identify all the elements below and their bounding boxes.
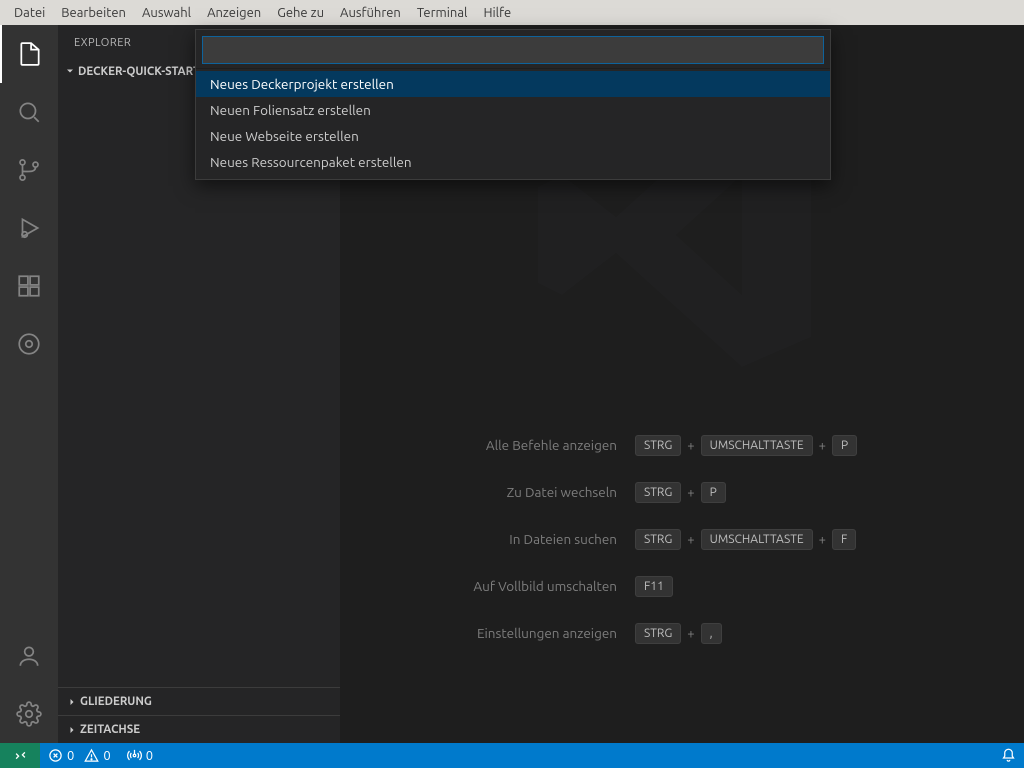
key: P bbox=[832, 435, 857, 456]
warning-count: 0 bbox=[103, 749, 110, 763]
chevron-down-icon bbox=[62, 65, 78, 77]
menu-item[interactable]: Auswahl bbox=[134, 3, 199, 23]
command-palette-input[interactable] bbox=[202, 36, 824, 64]
status-ports[interactable]: 0 bbox=[119, 743, 161, 768]
key: STRG bbox=[635, 529, 681, 550]
timeline-section[interactable]: ZEITACHSE bbox=[58, 715, 340, 743]
shortcut-label: Zu Datei wechseln bbox=[422, 483, 617, 501]
debug-icon[interactable] bbox=[0, 199, 58, 257]
outline-section[interactable]: GLIEDERUNG bbox=[58, 687, 340, 715]
key-separator: + bbox=[687, 486, 694, 500]
command-palette-list: Neues Deckerprojekt erstellen Neuen Foli… bbox=[196, 69, 830, 179]
menu-item[interactable]: Ausführen bbox=[332, 3, 409, 23]
key: STRG bbox=[635, 623, 681, 644]
remote-indicator[interactable] bbox=[0, 743, 40, 768]
notifications-bell[interactable] bbox=[993, 743, 1024, 768]
menubar: Datei Bearbeiten Auswahl Anzeigen Gehe z… bbox=[0, 0, 1024, 25]
key-separator: + bbox=[687, 439, 694, 453]
menu-item[interactable]: Anzeigen bbox=[199, 3, 269, 23]
activity-bar bbox=[0, 25, 58, 743]
key: STRG bbox=[635, 435, 681, 456]
key: F11 bbox=[635, 576, 673, 597]
shortcut-row: In Dateien suchen STRG + UMSCHALTTASTE +… bbox=[422, 529, 942, 550]
key: STRG bbox=[635, 482, 681, 503]
menu-item[interactable]: Bearbeiten bbox=[53, 3, 134, 23]
key: F bbox=[832, 529, 856, 550]
menu-item[interactable]: Gehe zu bbox=[269, 3, 332, 23]
key-separator: + bbox=[687, 627, 694, 641]
shortcut-row: Zu Datei wechseln STRG + P bbox=[422, 482, 942, 503]
shortcut-label: Alle Befehle anzeigen bbox=[422, 436, 617, 454]
palette-item[interactable]: Neues Ressourcenpaket erstellen bbox=[196, 149, 830, 175]
command-palette: Neues Deckerprojekt erstellen Neuen Foli… bbox=[195, 29, 831, 180]
palette-item[interactable]: Neuen Foliensatz erstellen bbox=[196, 97, 830, 123]
chevron-right-icon bbox=[64, 696, 80, 708]
key: , bbox=[701, 623, 722, 644]
folder-name: DECKER-QUICK-START bbox=[78, 65, 200, 78]
section-label: GLIEDERUNG bbox=[80, 695, 152, 708]
files-icon[interactable] bbox=[0, 25, 58, 83]
gear-icon[interactable] bbox=[0, 685, 58, 743]
key-separator: + bbox=[819, 439, 826, 453]
palette-item[interactable]: Neue Webseite erstellen bbox=[196, 123, 830, 149]
key: P bbox=[701, 482, 726, 503]
key: UMSCHALTTASTE bbox=[701, 435, 813, 456]
git-branch-icon[interactable] bbox=[0, 141, 58, 199]
shortcut-row: Auf Vollbild umschalten F11 bbox=[422, 576, 942, 597]
liveshare-icon[interactable] bbox=[0, 315, 58, 373]
status-problems[interactable]: 0 0 bbox=[40, 743, 119, 768]
menu-item[interactable]: Hilfe bbox=[475, 3, 519, 23]
palette-item[interactable]: Neues Deckerprojekt erstellen bbox=[196, 71, 830, 97]
search-icon[interactable] bbox=[0, 83, 58, 141]
section-label: ZEITACHSE bbox=[80, 723, 140, 736]
key: UMSCHALTTASTE bbox=[701, 529, 813, 550]
account-icon[interactable] bbox=[0, 627, 58, 685]
error-count: 0 bbox=[67, 749, 74, 763]
shortcut-label: Auf Vollbild umschalten bbox=[422, 577, 617, 595]
menu-item[interactable]: Datei bbox=[6, 3, 53, 23]
status-bar: 0 0 0 bbox=[0, 743, 1024, 768]
menu-item[interactable]: Terminal bbox=[409, 3, 476, 23]
chevron-right-icon bbox=[64, 724, 80, 736]
key-separator: + bbox=[819, 533, 826, 547]
key-separator: + bbox=[687, 533, 694, 547]
extensions-icon[interactable] bbox=[0, 257, 58, 315]
shortcut-row: Alle Befehle anzeigen STRG + UMSCHALTTAS… bbox=[422, 435, 942, 456]
welcome-shortcuts: Alle Befehle anzeigen STRG + UMSCHALTTAS… bbox=[340, 435, 1024, 644]
shortcut-label: In Dateien suchen bbox=[422, 530, 617, 548]
shortcut-label: Einstellungen anzeigen bbox=[422, 624, 617, 642]
shortcut-row: Einstellungen anzeigen STRG + , bbox=[422, 623, 942, 644]
ports-count: 0 bbox=[146, 749, 153, 763]
